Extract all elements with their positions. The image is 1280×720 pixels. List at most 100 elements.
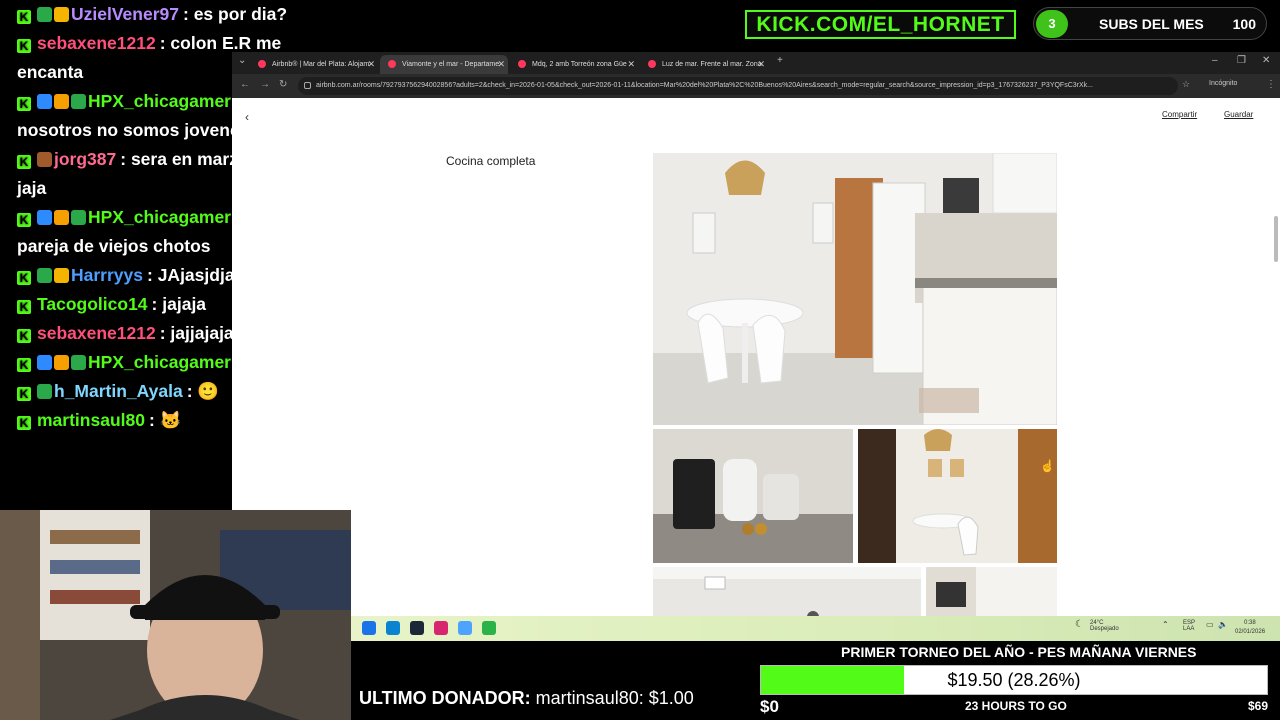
kick-badge-icon: K — [17, 39, 31, 53]
chat-username[interactable]: Tacogolico14 — [37, 294, 148, 314]
address-bar-row: ← → ↻ airbnb.com.ar/rooms/79279375629400… — [232, 74, 1280, 98]
chat-username[interactable]: jorg387 — [54, 149, 116, 169]
chat-username[interactable]: sebaxene1212 — [37, 323, 156, 343]
chat-username[interactable]: UzielVener97 — [71, 4, 179, 24]
stream-bottom-bar: ULTIMO DONADOR: martinsaul80: $1.00 PRIM… — [351, 641, 1280, 720]
minimize-icon[interactable]: – — [1212, 55, 1218, 66]
section-title: Cocina completa — [446, 154, 536, 168]
close-window-icon[interactable]: ✕ — [1262, 55, 1270, 66]
reload-icon[interactable]: ↻ — [279, 79, 287, 90]
incognito-label[interactable]: Incógnito — [1209, 80, 1237, 87]
clock-date[interactable]: 02/01/2026 — [1235, 629, 1265, 635]
listing-photo-page: ‹ Compartir Guardar Cocina completa ☝ — [232, 98, 1280, 616]
tab-label: Mdq, 2 amb Torreón zona Güe — [532, 61, 627, 68]
star-icon[interactable]: ☆ — [1182, 79, 1190, 90]
forward-icon[interactable]: → — [260, 79, 270, 90]
goal-time-left: 23 HOURS TO GO — [965, 699, 1067, 713]
dining-scene — [858, 429, 1057, 563]
kick-badge-icon: K — [17, 271, 31, 285]
kick-badge-icon: K — [17, 213, 31, 227]
chat-badge-icon — [54, 94, 69, 109]
chat-username[interactable]: h_Martin_Ayala — [54, 381, 183, 401]
chat-username[interactable]: HPX_chicagamer — [88, 352, 231, 372]
chat-separator: : — [186, 381, 198, 401]
restore-icon[interactable]: ❐ — [1237, 55, 1246, 66]
chat-username[interactable]: Harrryys — [71, 265, 143, 285]
webcam-feed — [0, 510, 351, 720]
weather-text[interactable]: 24°C Despejado — [1090, 620, 1130, 632]
chat-username[interactable]: sebaxene1212 — [37, 33, 156, 53]
kitchen-detail-scene — [653, 567, 921, 616]
airbnb-favicon-icon — [388, 60, 396, 68]
subs-count: 100 — [1232, 16, 1256, 32]
tab-search-icon[interactable]: ⌄ — [238, 55, 246, 66]
obs-icon[interactable] — [482, 621, 496, 635]
edge-icon[interactable] — [386, 621, 400, 635]
chat-badge-icon — [37, 355, 52, 370]
tray-chevron-icon[interactable]: ⌃ — [1162, 620, 1169, 629]
goal-max: $69 — [1247, 699, 1268, 713]
coffee-maker-photo[interactable] — [653, 429, 853, 563]
weather-moon-icon: ☾ — [1075, 619, 1084, 630]
language-indicator[interactable]: ESP LAA — [1183, 620, 1199, 632]
close-tab-icon[interactable]: ✕ — [627, 55, 635, 74]
goal-amount: $19.50 (28.26%) — [947, 670, 1081, 690]
share-button[interactable]: Compartir — [1162, 110, 1197, 119]
chat-username[interactable]: HPX_chicagamer — [88, 207, 231, 227]
tab-luz-de-mar[interactable]: Luz de mar. Frente al mar. Zona ✕ — [640, 55, 768, 74]
chrome-icon[interactable] — [434, 621, 448, 635]
tab-mdq-torreon[interactable]: Mdq, 2 amb Torreón zona Güe ✕ — [510, 55, 638, 74]
scrollbar-thumb[interactable] — [1274, 216, 1278, 262]
kick-badge-icon: K — [17, 387, 31, 401]
chat-text: jajaja — [162, 294, 207, 314]
appliance-photo[interactable] — [926, 567, 1057, 616]
site-info-icon[interactable] — [304, 82, 311, 89]
tab-viamonte[interactable]: Viamonte y el mar - Departame ✕ — [380, 55, 508, 74]
notepad-icon[interactable] — [458, 621, 472, 635]
donor-label: ULTIMO DONADOR: — [359, 688, 531, 708]
donation-goal-bar: $19.50 (28.26%) — [760, 665, 1268, 695]
goal-title: PRIMER TORNEO DEL AÑO - PES MAÑANA VIERN… — [841, 644, 1197, 660]
chat-badge-icon — [71, 355, 86, 370]
chat-badge-icon — [54, 210, 69, 225]
windows-taskbar: ☾ 24°C Despejado ⌃ ESP LAA ▭ 🔈 0:38 02/0… — [350, 616, 1280, 641]
url-field[interactable]: airbnb.com.ar/rooms/792793756294002856?a… — [298, 77, 1178, 95]
goal-min: $0 — [760, 697, 779, 716]
stream-screen: K UzielVener97: es por dia? Ksebaxene1212:… — [0, 0, 1280, 720]
chat-text: 🙂 — [197, 381, 220, 401]
chat-username[interactable]: martinsaul80 — [37, 410, 145, 430]
close-tab-icon[interactable]: ✕ — [367, 55, 375, 74]
kitchen-detail-photo[interactable] — [653, 567, 921, 616]
new-tab-icon[interactable]: + — [777, 55, 783, 66]
dining-photo[interactable]: ☝ — [858, 429, 1057, 563]
back-chevron-icon[interactable]: ‹ — [245, 110, 249, 124]
steam-icon[interactable] — [410, 621, 424, 635]
file-explorer-icon[interactable] — [362, 621, 376, 635]
kick-badge-icon: K — [17, 358, 31, 372]
hand-cursor-icon: ☝ — [1040, 459, 1055, 473]
chat-separator: : — [148, 410, 160, 430]
last-donor: ULTIMO DONADOR: martinsaul80: $1.00 — [359, 688, 694, 709]
kick-badge-icon: K — [17, 97, 31, 111]
close-tab-icon[interactable]: ✕ — [497, 55, 505, 74]
menu-icon[interactable]: ⋮ — [1266, 79, 1276, 90]
save-button[interactable]: Guardar — [1224, 110, 1253, 119]
chat-badge-icon — [54, 268, 69, 283]
chat-separator: : — [151, 294, 163, 314]
webcam-scene — [0, 510, 351, 720]
close-tab-icon[interactable]: ✕ — [757, 55, 765, 74]
browser-window: ⌄ Airbnb® | Mar del Plata: Alojam ✕ Viam… — [232, 52, 1280, 616]
subs-level-badge: 3 — [1036, 10, 1068, 38]
kick-badge-icon: K — [17, 300, 31, 314]
chat-username[interactable]: HPX_chicagamer — [88, 91, 231, 111]
chat-text: es por dia? — [193, 4, 288, 24]
chat-text: 🐱 — [159, 410, 182, 430]
volume-icon[interactable]: 🔈 — [1218, 620, 1228, 629]
kitchen-photo-main[interactable] — [653, 153, 1057, 425]
kick-badge-icon: K — [17, 10, 31, 24]
tab-airbnb-mdp[interactable]: Airbnb® | Mar del Plata: Alojam ✕ — [250, 55, 378, 74]
chat-badge-icon — [71, 210, 86, 225]
clock-time[interactable]: 0:38 — [1244, 620, 1256, 626]
back-icon[interactable]: ← — [240, 79, 250, 90]
network-icon[interactable]: ▭ — [1206, 620, 1214, 629]
